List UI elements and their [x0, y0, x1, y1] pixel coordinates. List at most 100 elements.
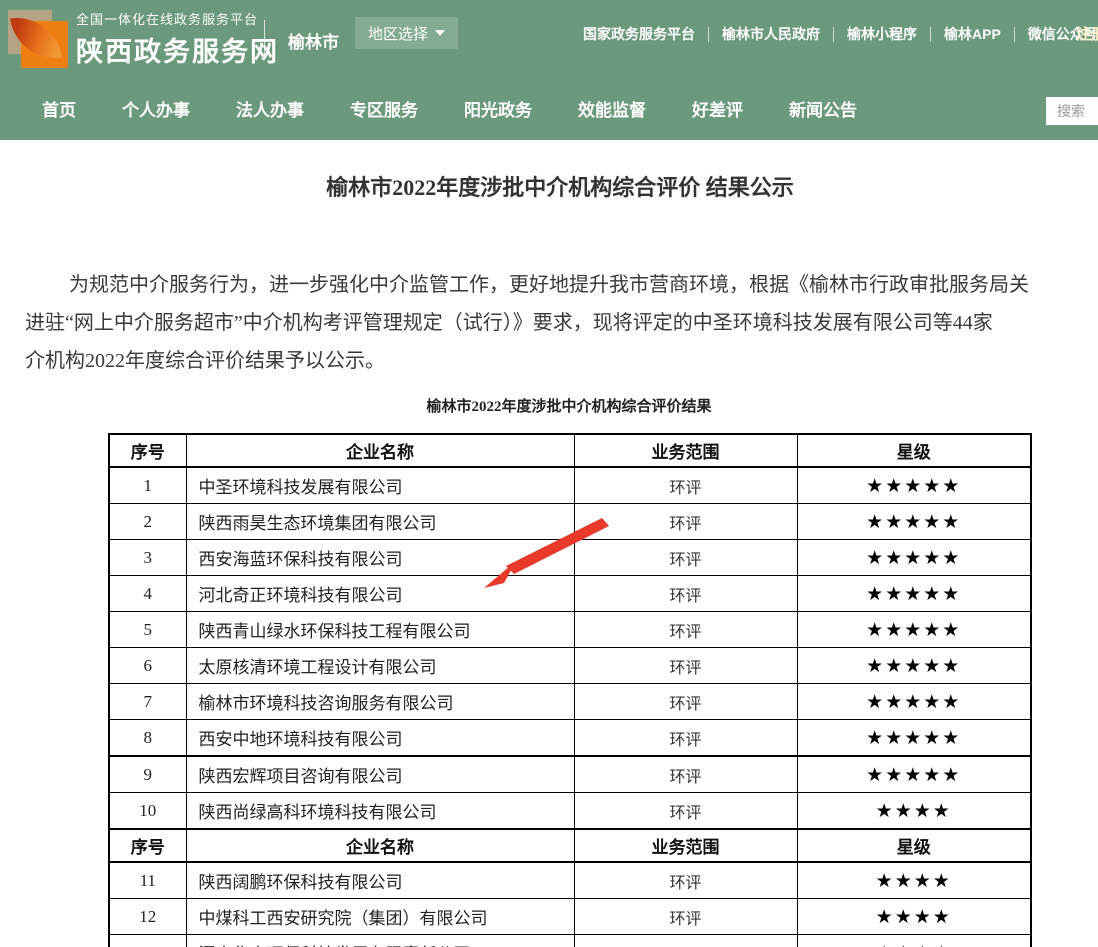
company-name: 渭南华山环保科技发展有限责任公司 [186, 935, 574, 947]
page: 全国一体化在线政务服务平台 陕西政务服务网 榆林市 地区选择 国家政务服务平台榆… [0, 0, 1098, 947]
row-number: 13 [109, 935, 186, 947]
business-scope: 环评 [574, 576, 797, 612]
company-name: 太原核清环境工程设计有限公司 [186, 648, 574, 684]
business-scope: 环评 [574, 862, 797, 899]
top-link-2[interactable]: 榆林市人民政府 [709, 24, 833, 44]
star-rating: ★★★★ [797, 793, 1031, 830]
nav-item-1[interactable]: 首页 [42, 96, 76, 121]
business-scope: 环评 [574, 720, 797, 757]
company-name: 西安海蓝环保科技有限公司 [186, 540, 574, 576]
table-row: 10陕西尚绿高科环境科技有限公司环评★★★★ [109, 793, 1031, 830]
star-rating: ★★★★★ [797, 467, 1031, 504]
table-header-row: 序号企业名称业务范围星级 [109, 434, 1031, 467]
table-header-row: 序号企业名称业务范围星级 [109, 829, 1031, 862]
company-name: 河北奇正环境科技有限公司 [186, 576, 574, 612]
paragraph-line-1: 为规范中介服务行为，进一步强化中介监管工作，更好地提升我市营商环境，根据《榆林市… [25, 266, 1098, 304]
announcement-content: 榆林市2022年度涉批中介机构综合评价 结果公示 为规范中介服务行为，进一步强化… [0, 172, 1098, 947]
star-rating: ★★★★ [797, 935, 1031, 947]
evaluation-table: 序号企业名称业务范围星级1中圣环境科技发展有限公司环评★★★★★2陕西雨昊生态环… [108, 433, 1032, 947]
row-number: 1 [109, 467, 186, 504]
company-name: 榆林市环境科技咨询服务有限公司 [186, 684, 574, 720]
current-city-label: 榆林市 [288, 28, 339, 53]
table-caption: 榆林市2022年度涉批中介机构综合评价结果 [108, 396, 1030, 418]
top-link-1[interactable]: 国家政务服务平台 [570, 24, 708, 44]
star-rating: ★★★★★ [797, 648, 1031, 684]
nav-item-7[interactable]: 好差评 [692, 96, 743, 121]
business-scope: 环评 [574, 504, 797, 540]
table-row: 9陕西宏辉项目咨询有限公司环评★★★★★ [109, 756, 1031, 793]
table-row: 13渭南华山环保科技发展有限责任公司环评★★★★ [109, 935, 1031, 947]
company-name: 西安中地环境科技有限公司 [186, 720, 574, 757]
star-rating: ★★★★★ [797, 504, 1031, 540]
row-number: 6 [109, 648, 186, 684]
nav-item-2[interactable]: 个人办事 [122, 96, 190, 121]
business-scope: 环评 [574, 467, 797, 504]
row-number: 12 [109, 899, 186, 935]
paragraph-line-2: 进驻“网上中介服务超市”中介机构考评管理规定（试行）》要求，现将评定的中圣环境科… [25, 304, 1098, 342]
site-logo-icon [8, 8, 70, 70]
company-name: 陕西尚绿高科环境科技有限公司 [186, 793, 574, 830]
main-nav: 首页 个人办事 法人办事 专区服务 阳光政务 效能监督 好差评 新闻公告 搜索 [0, 76, 1098, 140]
star-rating: ★★★★★ [797, 612, 1031, 648]
table-row: 7榆林市环境科技咨询服务有限公司环评★★★★★ [109, 684, 1031, 720]
nav-item-6[interactable]: 效能监督 [578, 96, 646, 121]
nav-item-3[interactable]: 法人办事 [236, 96, 304, 121]
company-name: 中煤科工西安研究院（集团）有限公司 [186, 899, 574, 935]
business-scope: 环评 [574, 648, 797, 684]
table-row: 5陕西青山绿水环保科技工程有限公司环评★★★★★ [109, 612, 1031, 648]
row-number: 8 [109, 720, 186, 757]
register-link[interactable]: 注册 [1076, 23, 1098, 44]
platform-label: 全国一体化在线政务服务平台 [76, 9, 279, 28]
row-number: 10 [109, 793, 186, 830]
row-number: 11 [109, 862, 186, 899]
page-title: 榆林市2022年度涉批中介机构综合评价 结果公示 [0, 172, 1098, 204]
star-rating: ★★★★★ [797, 756, 1031, 793]
business-scope: 环评 [574, 793, 797, 830]
company-name: 陕西阔鹏环保科技有限公司 [186, 862, 574, 899]
nav-item-5[interactable]: 阳光政务 [464, 96, 532, 121]
chevron-down-icon [435, 30, 445, 36]
company-name: 中圣环境科技发展有限公司 [186, 467, 574, 504]
column-header: 业务范围 [574, 434, 797, 467]
region-selector-button[interactable]: 地区选择 [355, 17, 458, 49]
company-name: 陕西青山绿水环保科技工程有限公司 [186, 612, 574, 648]
column-header: 企业名称 [186, 829, 574, 862]
search-input[interactable]: 搜索 [1046, 97, 1098, 125]
announcement-paragraph: 为规范中介服务行为，进一步强化中介监管工作，更好地提升我市营商环境，根据《榆林市… [25, 266, 1098, 380]
nav-item-4[interactable]: 专区服务 [350, 96, 418, 121]
row-number: 9 [109, 756, 186, 793]
column-header: 星级 [797, 434, 1031, 467]
table-row: 6太原核清环境工程设计有限公司环评★★★★★ [109, 648, 1031, 684]
star-rating: ★★★★ [797, 899, 1031, 935]
business-scope: 环评 [574, 612, 797, 648]
row-number: 3 [109, 540, 186, 576]
star-rating: ★★★★★ [797, 720, 1031, 757]
table-row: 12中煤科工西安研究院（集团）有限公司环评★★★★ [109, 899, 1031, 935]
region-selector-label: 地区选择 [368, 23, 428, 44]
site-name: 陕西政务服务网 [76, 30, 279, 69]
star-rating: ★★★★ [797, 862, 1031, 899]
nav-item-8[interactable]: 新闻公告 [789, 96, 857, 121]
header-divider [264, 20, 265, 60]
business-scope: 环评 [574, 756, 797, 793]
table-row: 8西安中地环境科技有限公司环评★★★★★ [109, 720, 1031, 757]
site-title-block: 全国一体化在线政务服务平台 陕西政务服务网 [76, 9, 279, 69]
star-rating: ★★★★★ [797, 540, 1031, 576]
row-number: 4 [109, 576, 186, 612]
top-link-4[interactable]: 榆林APP [931, 24, 1014, 44]
business-scope: 环评 [574, 684, 797, 720]
table-row: 1中圣环境科技发展有限公司环评★★★★★ [109, 467, 1031, 504]
business-scope: 环评 [574, 935, 797, 947]
table-row: 3西安海蓝环保科技有限公司环评★★★★★ [109, 540, 1031, 576]
table-row: 11陕西阔鹏环保科技有限公司环评★★★★ [109, 862, 1031, 899]
star-rating: ★★★★★ [797, 576, 1031, 612]
row-number: 5 [109, 612, 186, 648]
row-number: 7 [109, 684, 186, 720]
row-number: 2 [109, 504, 186, 540]
top-link-3[interactable]: 榆林小程序 [834, 24, 930, 44]
column-header: 序号 [109, 434, 186, 467]
nav-items: 首页 个人办事 法人办事 专区服务 阳光政务 效能监督 好差评 新闻公告 [0, 76, 1098, 140]
paragraph-line-3: 介机构2022年度综合评价结果予以公示。 [25, 342, 1098, 380]
company-name: 陕西宏辉项目咨询有限公司 [186, 756, 574, 793]
column-header: 业务范围 [574, 829, 797, 862]
